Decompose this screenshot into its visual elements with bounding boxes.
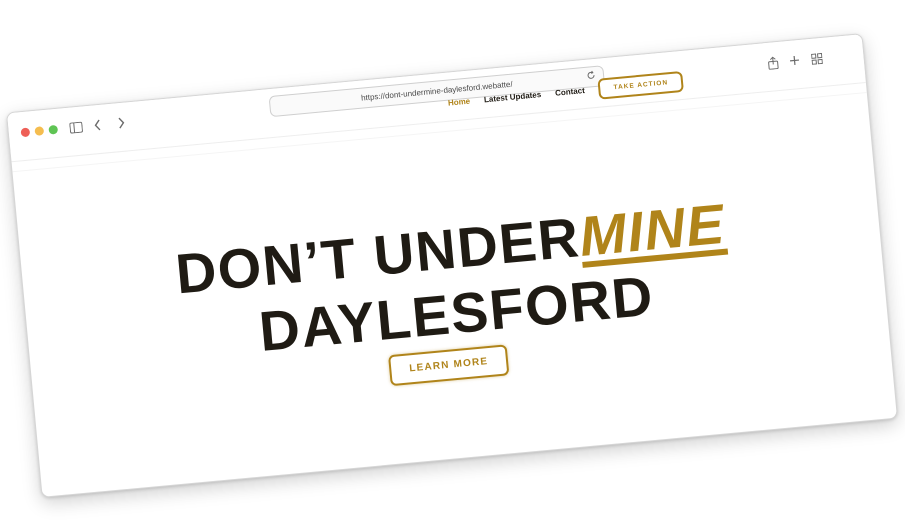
minimize-window-button[interactable] [34, 126, 45, 136]
close-window-button[interactable] [20, 127, 31, 138]
share-icon[interactable] [763, 53, 783, 73]
nav-home[interactable]: Home [448, 97, 471, 108]
grid-icon[interactable] [807, 49, 827, 69]
stage: https://dont-undermine-daylesford.webatt… [0, 0, 905, 524]
nav-latest-updates[interactable]: Latest Updates [484, 90, 542, 104]
hero-accent-word: MINE [576, 191, 728, 269]
sidebar-icon[interactable] [66, 117, 86, 137]
zoom-window-button[interactable] [48, 124, 59, 135]
chevron-right-icon[interactable] [112, 113, 132, 133]
plus-icon[interactable] [785, 51, 805, 71]
browser-window: https://dont-undermine-daylesford.webatt… [5, 33, 899, 498]
learn-more-button[interactable]: LEARN MORE [388, 344, 510, 387]
nav-contact[interactable]: Contact [555, 86, 585, 98]
chevron-left-icon[interactable] [88, 115, 108, 135]
